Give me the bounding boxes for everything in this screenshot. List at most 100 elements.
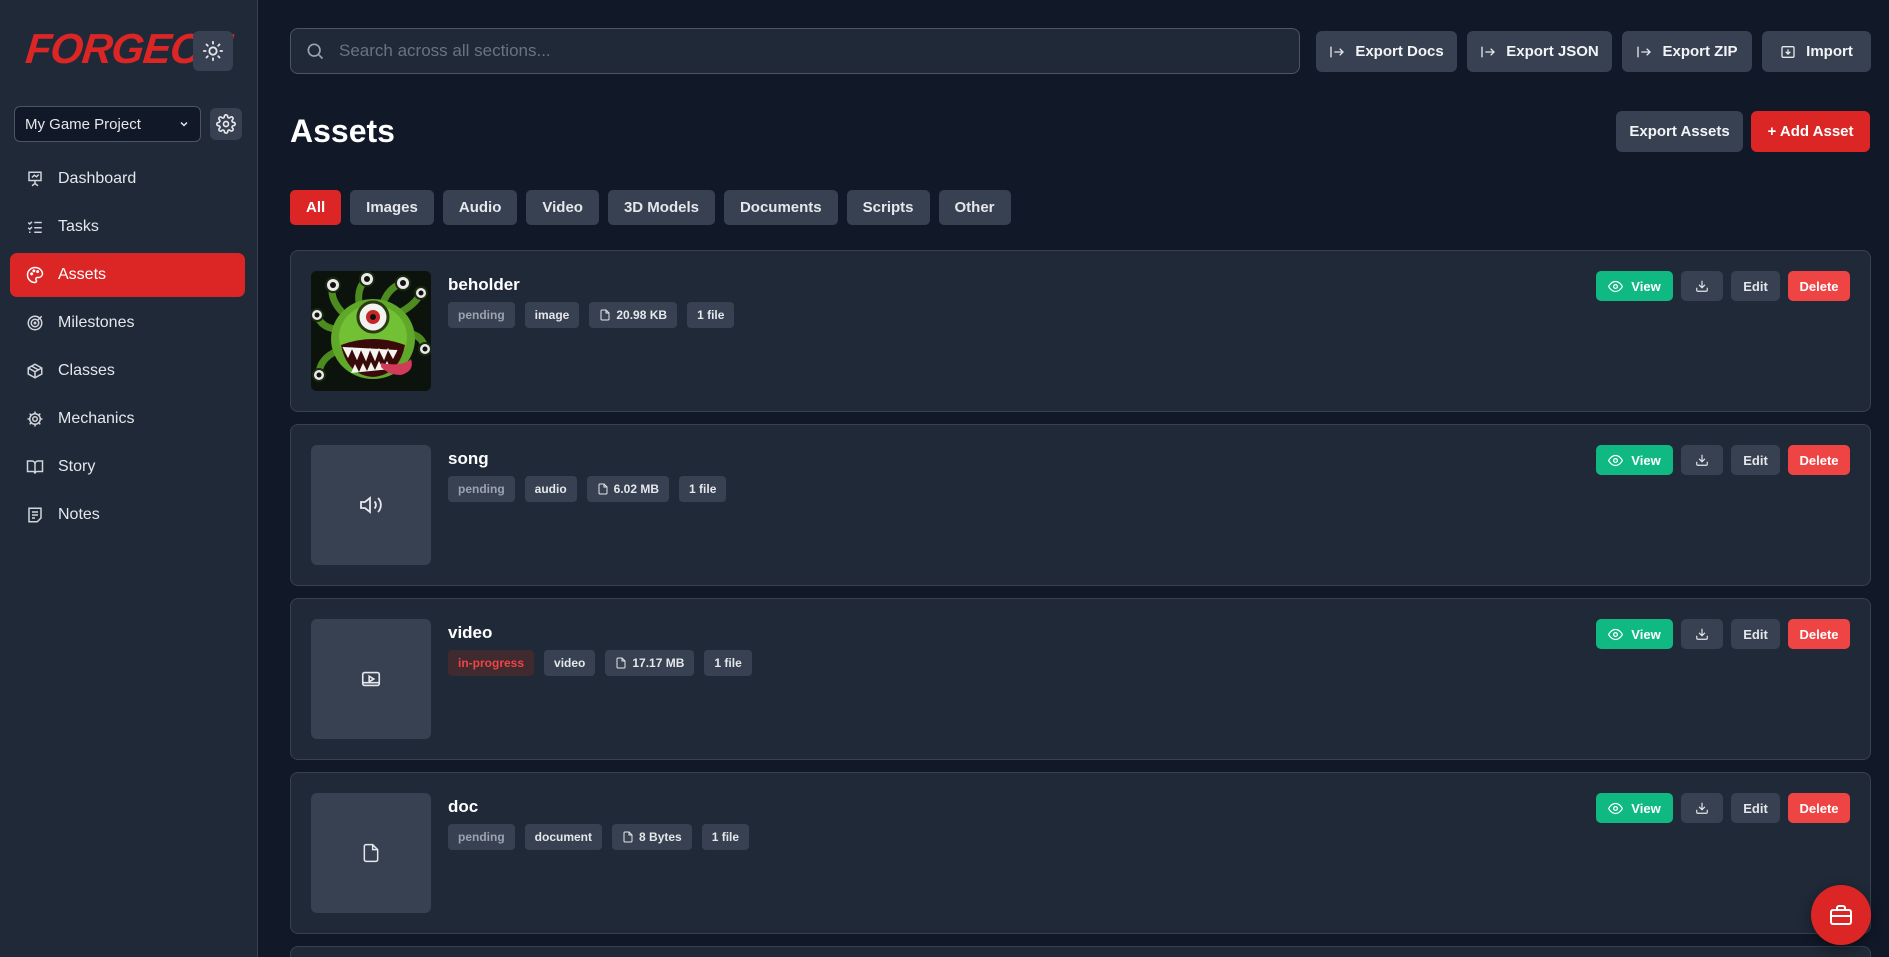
- asset-thumbnail-placeholder[interactable]: [311, 445, 431, 565]
- chevron-down-icon: [180, 121, 188, 127]
- import-button[interactable]: Import: [1762, 31, 1871, 72]
- filter-documents[interactable]: Documents: [723, 190, 838, 225]
- sidebar-item-mechanics[interactable]: Mechanics: [10, 397, 245, 441]
- project-settings-button[interactable]: [210, 108, 242, 140]
- download-button[interactable]: [1681, 619, 1723, 649]
- delete-button[interactable]: Delete: [1788, 445, 1850, 475]
- file-icon: [600, 309, 610, 321]
- view-label: View: [1631, 278, 1661, 294]
- filter-all[interactable]: All: [290, 190, 342, 225]
- sidebar-item-label: Assets: [58, 266, 107, 283]
- asset-card: beholder pending image 20.98 KB 1 file V…: [290, 250, 1871, 412]
- status-badge: pending: [448, 302, 515, 328]
- edit-button[interactable]: Edit: [1731, 445, 1780, 475]
- global-search[interactable]: [290, 28, 1300, 74]
- sidebar-item-dashboard[interactable]: Dashboard: [10, 157, 245, 201]
- eye-icon: [1608, 802, 1624, 814]
- asset-name: song: [448, 449, 489, 468]
- beholder-image: [311, 271, 431, 391]
- export-arrow-icon: [1330, 46, 1345, 57]
- presentation-icon: [28, 171, 42, 187]
- asset-thumbnail-image[interactable]: [311, 271, 431, 391]
- eye-icon: [1608, 280, 1624, 292]
- view-label: View: [1631, 452, 1661, 468]
- download-button[interactable]: [1681, 271, 1723, 301]
- download-button[interactable]: [1681, 793, 1723, 823]
- project-select[interactable]: My Game Project: [14, 106, 201, 142]
- search-input[interactable]: [339, 41, 1239, 61]
- asset-card: song pending audio 6.02 MB 1 file View E…: [290, 424, 1871, 586]
- notes-icon: [28, 507, 42, 523]
- asset-actions: View Edit Delete: [1596, 619, 1850, 649]
- asset-card: video in-progress video 17.17 MB 1 file …: [290, 598, 1871, 760]
- file-icon: [623, 831, 633, 843]
- asset-thumbnail-placeholder[interactable]: [311, 793, 431, 913]
- theme-toggle-button[interactable]: [193, 31, 233, 71]
- type-badge: image: [524, 302, 580, 328]
- export-zip-button[interactable]: Export ZIP: [1622, 31, 1752, 72]
- asset-thumbnail-placeholder[interactable]: [311, 619, 431, 739]
- sidebar-nav: Dashboard Tasks Assets Milestones Classe…: [10, 157, 245, 541]
- toolbox-fab-button[interactable]: [1811, 885, 1871, 945]
- asset-actions: View Edit Delete: [1596, 793, 1850, 823]
- view-button[interactable]: View: [1596, 271, 1673, 301]
- status-badge: pending: [448, 476, 515, 502]
- export-json-button[interactable]: Export JSON: [1467, 31, 1612, 72]
- import-label: Import: [1806, 43, 1853, 60]
- sidebar-item-label: Tasks: [58, 218, 99, 235]
- sidebar-item-label: Milestones: [58, 314, 135, 331]
- edit-button[interactable]: Edit: [1731, 619, 1780, 649]
- sun-icon: [202, 40, 224, 62]
- gear-icon: [216, 114, 236, 134]
- asset-name: video: [448, 623, 493, 642]
- sidebar-item-milestones[interactable]: Milestones: [10, 301, 245, 345]
- filter-images[interactable]: Images: [350, 190, 434, 225]
- sidebar-item-story[interactable]: Story: [10, 445, 245, 489]
- filter-audio[interactable]: Audio: [442, 190, 518, 225]
- delete-button[interactable]: Delete: [1788, 271, 1850, 301]
- filter-scripts[interactable]: Scripts: [846, 190, 930, 225]
- view-button[interactable]: View: [1596, 445, 1673, 475]
- download-icon: [1696, 280, 1708, 292]
- cog-icon: [27, 411, 43, 427]
- filter-3d-models[interactable]: 3D Models: [607, 190, 715, 225]
- delete-button[interactable]: Delete: [1788, 793, 1850, 823]
- view-button[interactable]: View: [1596, 793, 1673, 823]
- file-count-badge: 1 file: [704, 650, 752, 676]
- view-label: View: [1631, 800, 1661, 816]
- box-icon: [27, 363, 43, 379]
- edit-button[interactable]: Edit: [1731, 793, 1780, 823]
- export-docs-button[interactable]: Export Docs: [1316, 31, 1457, 72]
- asset-tags: pending document 8 Bytes 1 file: [448, 824, 750, 850]
- sidebar-item-label: Mechanics: [58, 410, 135, 427]
- palette-icon: [26, 266, 44, 284]
- view-button[interactable]: View: [1596, 619, 1673, 649]
- size-badge: 17.17 MB: [605, 650, 695, 676]
- asset-name: beholder: [448, 275, 520, 294]
- delete-button[interactable]: Delete: [1788, 619, 1850, 649]
- status-badge: pending: [448, 824, 515, 850]
- filter-other[interactable]: Other: [938, 190, 1011, 225]
- sidebar: FORGEON My Game Project Dashboard Tasks …: [0, 0, 258, 957]
- add-asset-button[interactable]: + Add Asset: [1751, 111, 1870, 152]
- asset-card: [290, 946, 1871, 957]
- speaker-icon: [360, 496, 382, 514]
- export-docs-label: Export Docs: [1355, 43, 1444, 60]
- sidebar-item-tasks[interactable]: Tasks: [10, 205, 245, 249]
- download-button[interactable]: [1681, 445, 1723, 475]
- edit-button[interactable]: Edit: [1731, 271, 1780, 301]
- document-icon: [363, 843, 379, 863]
- asset-tags: in-progress video 17.17 MB 1 file: [448, 650, 752, 676]
- asset-actions: View Edit Delete: [1596, 271, 1850, 301]
- import-icon: [1781, 45, 1795, 58]
- sidebar-item-notes[interactable]: Notes: [10, 493, 245, 537]
- sidebar-item-assets[interactable]: Assets: [10, 253, 245, 297]
- download-icon: [1696, 802, 1708, 814]
- sidebar-item-classes[interactable]: Classes: [10, 349, 245, 393]
- file-count-badge: 1 file: [701, 824, 750, 850]
- filter-video[interactable]: Video: [526, 190, 599, 225]
- file-count-badge: 1 file: [687, 302, 735, 328]
- asset-filter-tabs: All Images Audio Video 3D Models Documen…: [290, 190, 1011, 225]
- target-icon: [27, 315, 43, 331]
- export-assets-button[interactable]: Export Assets: [1616, 111, 1743, 152]
